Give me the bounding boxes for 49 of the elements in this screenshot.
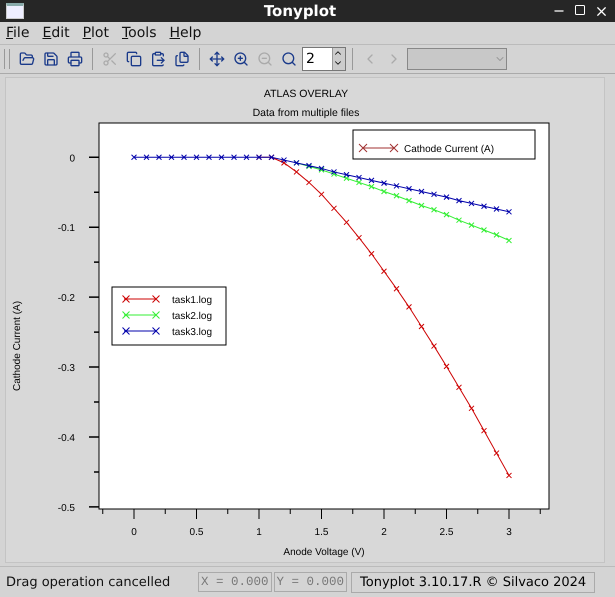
save-icon xyxy=(43,51,59,67)
search-icon xyxy=(281,51,297,67)
paste-icon xyxy=(150,51,166,67)
scissors-icon xyxy=(102,51,118,67)
legend-label: Cathode Current (A) xyxy=(404,144,494,155)
y-tick-label: -0.3 xyxy=(58,363,75,374)
zoom-spinner[interactable]: 2 xyxy=(302,47,346,71)
x-tick-label: 0 xyxy=(131,527,137,538)
window-icon xyxy=(6,3,24,19)
x-coordinate: X = 0.000 xyxy=(198,572,272,592)
zoom-out-icon xyxy=(257,51,273,67)
legend-line xyxy=(122,311,160,319)
x-tick-label: 2.5 xyxy=(440,527,454,538)
menu-item[interactable]: Tools xyxy=(122,25,156,41)
chart-title: ATLAS OVERLAY xyxy=(264,88,348,100)
x-tick-label: 1 xyxy=(256,527,262,538)
x-tick-label: 3 xyxy=(506,527,512,538)
y-tick-label: -0.2 xyxy=(58,293,75,304)
x-tick-label: 0.5 xyxy=(190,527,204,538)
status-message: Drag operation cancelled xyxy=(6,574,172,590)
y-axis-label: Cathode Current (A) xyxy=(12,300,23,392)
chart-subtitle: Data from multiple files xyxy=(252,107,360,119)
maximize-icon[interactable] xyxy=(574,4,586,16)
printer-icon xyxy=(67,51,83,67)
move-icon xyxy=(209,51,225,67)
legend-line xyxy=(122,327,160,335)
legend-line xyxy=(358,144,398,152)
y-coordinate: Y = 0.000 xyxy=(274,572,348,592)
version-label: Tonyplot 3.10.17.R © Silvaco 2024 xyxy=(351,572,596,592)
menu-item[interactable]: Help xyxy=(170,25,202,41)
zoom-in-icon xyxy=(233,51,249,67)
y-tick-label: -0.4 xyxy=(58,432,75,444)
menu-item[interactable]: Plot xyxy=(82,25,109,41)
y-tick-label: -0.1 xyxy=(58,223,75,234)
window-title: Tonyplot xyxy=(262,2,338,20)
x-tick-label: 1.5 xyxy=(314,527,328,538)
legend-label: task1.log xyxy=(172,295,212,306)
menu-item[interactable]: File xyxy=(6,25,30,41)
y-tick-label: 0 xyxy=(69,153,75,164)
x-tick-label: 2 xyxy=(381,527,387,538)
y-tick-label: -0.5 xyxy=(58,502,75,514)
menu-item[interactable]: Edit xyxy=(42,25,70,41)
legend-label: task3.log xyxy=(172,327,212,338)
x-axis-label: Anode Voltage (V) xyxy=(283,547,365,558)
legend-line xyxy=(122,295,160,303)
copy-icon xyxy=(126,51,142,67)
open-icon xyxy=(19,51,35,67)
legend-label: task2.log xyxy=(172,311,212,322)
files-icon xyxy=(174,51,190,67)
